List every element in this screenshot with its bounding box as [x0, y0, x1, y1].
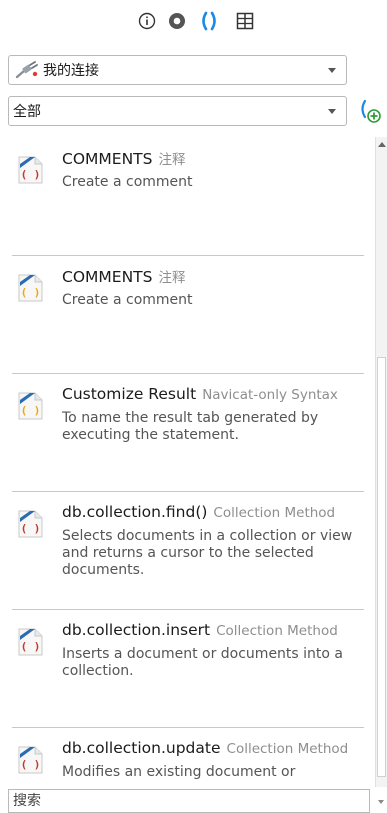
snippet-file-icon: ( )	[17, 509, 44, 539]
snippet-title: COMMENTS	[62, 268, 153, 286]
snippet-category: Collection Method	[216, 623, 338, 639]
snippet-item[interactable]: ( ) db.collection.find() Collection Metho…	[0, 491, 375, 609]
view-toolbar	[0, 8, 387, 34]
scroll-up-icon[interactable]	[378, 142, 386, 147]
snippet-title: db.collection.insert	[62, 621, 211, 639]
snippet-file-icon: ( )	[17, 745, 44, 775]
list-scrollbar[interactable]	[375, 137, 387, 787]
snippet-description: Modifies an existing document or	[62, 764, 296, 780]
snippet-item[interactable]: ( ) COMMENTS 注释 Create a comment	[0, 255, 375, 373]
snippet-list: ( ) COMMENTS 注释 Create a comment ( ) COMM…	[0, 137, 375, 787]
connection-dropdown-value: 我的连接	[43, 63, 99, 79]
snippet-title: db.collection.find()	[62, 503, 208, 521]
snippet-item[interactable]: ( ) COMMENTS 注释 Create a comment	[0, 137, 375, 255]
connection-dropdown[interactable]: 我的连接	[8, 55, 347, 85]
info-icon[interactable]	[136, 8, 158, 34]
category-dropdown[interactable]: 全部	[8, 96, 347, 126]
snippet-title: COMMENTS	[62, 150, 153, 168]
snippet-file-icon: ( )	[17, 391, 44, 421]
category-dropdown-value: 全部	[13, 104, 41, 120]
chevron-down-icon	[328, 68, 336, 73]
eye-icon[interactable]	[166, 8, 188, 34]
snippet-title: db.collection.update	[62, 739, 221, 757]
svg-text:( ): ( )	[21, 522, 41, 535]
code-snippet-icon[interactable]	[198, 8, 220, 34]
snippet-file-icon: ( )	[17, 273, 44, 303]
search-input[interactable]	[8, 789, 370, 813]
svg-text:( ): ( )	[21, 286, 41, 299]
scroll-down-icon[interactable]	[378, 800, 384, 804]
snippet-title: Customize Result	[62, 385, 197, 403]
snippet-category: Navicat-only Syntax	[202, 387, 338, 403]
snippet-item[interactable]: ( ) db.collection.update Collection Metho…	[0, 727, 375, 787]
columns-icon[interactable]	[234, 8, 256, 34]
snippet-description: To name the result tab generated by exec…	[62, 410, 319, 443]
snippet-category: Collection Method	[226, 741, 349, 757]
snippet-category: Collection Method	[213, 505, 336, 521]
svg-text:( ): ( )	[21, 640, 41, 653]
snippet-item[interactable]: ( ) Customize Result Navicat-only Syntax …	[0, 373, 375, 491]
snippet-category: 注释	[158, 270, 186, 286]
chevron-down-icon	[328, 109, 336, 114]
snippet-description: Create a comment	[62, 174, 193, 190]
connection-plug-icon	[15, 60, 41, 80]
scrollbar-thumb[interactable]	[377, 357, 386, 777]
snippet-description: Selects documents in a collection or vie…	[62, 528, 353, 578]
svg-text:( ): ( )	[21, 168, 41, 181]
snippet-category: 注释	[158, 152, 186, 168]
snippet-description: Create a comment	[62, 292, 193, 308]
snippet-file-icon: ( )	[17, 155, 44, 185]
svg-text:( ): ( )	[21, 404, 41, 417]
snippet-description: Inserts a document or documents into a c…	[62, 646, 344, 679]
svg-text:( ): ( )	[21, 758, 41, 771]
snippet-file-icon: ( )	[17, 627, 44, 657]
new-snippet-button[interactable]	[357, 98, 385, 124]
add-snippet-icon	[361, 99, 381, 123]
snippet-item[interactable]: ( ) db.collection.insert Collection Metho…	[0, 609, 375, 727]
